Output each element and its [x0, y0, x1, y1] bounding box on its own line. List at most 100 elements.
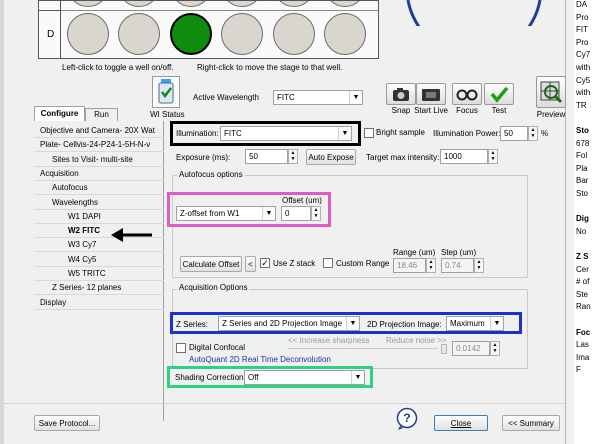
bright-sample-label: Bright sample — [376, 128, 425, 137]
right-panel-line: Pro — [576, 37, 589, 47]
glasses-icon — [456, 89, 478, 101]
shading-correction-select[interactable]: Off ▼ — [244, 370, 365, 385]
chevron-down-icon: ▼ — [262, 207, 275, 220]
test-button[interactable] — [484, 83, 514, 105]
projection-image-select[interactable]: Maximum ▼ — [446, 316, 504, 331]
use-z-stack-checkbox[interactable]: ✓ — [260, 258, 270, 268]
focus-label: Focus — [456, 106, 478, 115]
right-panel-line: Bar — [576, 176, 589, 186]
exposure-input[interactable]: 50 — [245, 149, 288, 164]
digital-confocal-label: Digital Confocal — [189, 343, 246, 352]
summary-button[interactable]: << Summary — [502, 415, 560, 431]
start-live-label: Start Live — [414, 106, 448, 115]
nav-display[interactable]: Display — [34, 296, 164, 310]
snap-button[interactable] — [386, 83, 416, 105]
illumination-label: Illumination: — [176, 129, 219, 138]
right-panel-line: Ste — [576, 289, 589, 299]
right-panel-line: FIT — [576, 25, 588, 35]
illumination-power-label: Illumination Power: — [433, 129, 501, 138]
well-selected[interactable] — [170, 13, 212, 55]
nav-w5-tritc[interactable]: W5 TRITC — [34, 267, 164, 281]
active-wavelength-select[interactable]: FITC ▼ — [273, 90, 363, 105]
nav-w4-cy5[interactable]: W4 Cy5 — [34, 253, 164, 267]
range-input[interactable]: 18.46 — [393, 258, 426, 273]
live-camera-icon — [422, 89, 440, 101]
custom-range-label: Custom Range — [336, 259, 390, 268]
illumination-power-stepper[interactable]: ▲ ▼ — [528, 126, 538, 141]
z-offset-mode-select[interactable]: Z-offset from W1 ▼ — [176, 206, 276, 221]
nav-z-series[interactable]: Z Series- 12 planes — [34, 281, 164, 296]
right-panel-line: No — [576, 226, 587, 236]
bright-sample-checkbox[interactable] — [364, 128, 374, 138]
illumination-select[interactable]: FITC ▼ — [220, 126, 352, 141]
step-stepper[interactable]: ▲ ▼ — [474, 258, 484, 273]
nav-wavelengths[interactable]: Wavelengths — [34, 196, 164, 210]
z-series-select[interactable]: Z Series and 2D Projection Image ▼ — [218, 316, 360, 331]
close-button[interactable]: Close — [434, 415, 488, 431]
custom-range-checkbox[interactable] — [323, 258, 333, 268]
sharpness-slider[interactable] — [288, 348, 438, 349]
use-z-stack-label: Use Z stack — [273, 259, 316, 268]
offset-less-button[interactable]: < — [245, 256, 256, 272]
offset-stepper[interactable]: ▲ ▼ — [311, 206, 321, 221]
increase-sharpness-label: << Increase sharpness — [288, 336, 370, 345]
auto-expose-button[interactable]: Auto Expose — [306, 149, 356, 165]
right-panel-line: 678 — [576, 138, 590, 148]
right-panel-line: Z S — [576, 252, 589, 261]
right-panel-line: Fol — [576, 151, 588, 161]
left-edge — [0, 0, 4, 444]
camera-icon — [393, 88, 409, 101]
well[interactable] — [118, 13, 160, 55]
autoquant-label: AutoQuant 2D Real Time Deconvolution — [189, 355, 331, 364]
nav-plate[interactable]: Plate- Cellvis-24-P24-1-5H-N-v — [34, 138, 164, 153]
sharpness-stepper[interactable]: ▲ ▼ — [490, 341, 500, 356]
right-panel-line: with — [576, 63, 591, 72]
illumination-power-input[interactable]: 50 — [500, 126, 528, 141]
calculate-offset-button[interactable]: Calculate Offset — [180, 256, 242, 272]
nav-sites-to-visit[interactable]: Sites to Visit- multi-site — [34, 153, 164, 167]
right-panel-line: Cer — [576, 264, 589, 274]
tab-configure[interactable]: Configure — [34, 106, 85, 121]
nav-w1-dapi[interactable]: W1 DAPI — [34, 210, 164, 224]
right-panel-line: Cy5 — [576, 75, 591, 85]
help-button[interactable]: ? — [396, 407, 418, 432]
well[interactable] — [67, 13, 109, 55]
target-max-intensity-input[interactable]: 1000 — [440, 149, 488, 164]
right-panel-line: Dig — [576, 214, 589, 224]
right-info-panel: DA Pro FIT Pro Cy7 with Cy5 with TR Sto 678 Fol Pla B… — [574, 0, 592, 444]
range-stepper[interactable]: ▲ ▼ — [426, 258, 436, 273]
right-border — [565, 0, 566, 444]
right-panel-line: with — [576, 88, 591, 98]
focus-button[interactable] — [452, 83, 482, 105]
nav-autofocus[interactable]: Autofocus — [34, 181, 164, 196]
acquisition-options-label: Acquisition Options — [177, 283, 250, 292]
offset-input[interactable]: 0 — [281, 206, 311, 221]
preview-button[interactable] — [536, 76, 566, 108]
hint-right: Right-click to move the stage to that we… — [197, 63, 343, 72]
well[interactable] — [273, 13, 315, 55]
right-panel-line: Sto — [576, 189, 589, 198]
sharpness-slider-handle[interactable] — [441, 344, 447, 354]
right-panel-line: Foc — [576, 327, 591, 337]
nav-objective-camera[interactable]: Objective and Camera- 20X Wat — [34, 124, 164, 138]
step-input[interactable]: 0.74 — [441, 258, 474, 273]
autofocus-options-label: Autofocus options — [177, 170, 245, 179]
sharpness-input[interactable]: 0.0142 — [452, 341, 490, 356]
shading-correction-label: Shading Correction — [175, 373, 244, 382]
tab-run[interactable]: Run — [85, 108, 118, 121]
preview-magnifier-icon — [540, 81, 563, 104]
plate-grid: D — [38, 0, 379, 59]
well[interactable] — [324, 13, 366, 55]
chevron-down-icon: ▼ — [349, 91, 362, 104]
well[interactable] — [221, 13, 263, 55]
active-wavelength-label: Active Wavelength — [193, 93, 259, 102]
target-max-intensity-stepper[interactable]: ▲ ▼ — [488, 149, 498, 164]
stage-position-circle — [406, 0, 542, 26]
nav-acquisition[interactable]: Acquisition — [34, 167, 164, 181]
save-protocol-button[interactable]: Save Protocol... — [34, 415, 100, 431]
exposure-stepper[interactable]: ▲ ▼ — [288, 149, 298, 164]
wi-status-button[interactable] — [152, 76, 180, 108]
digital-confocal-checkbox[interactable] — [176, 343, 186, 353]
start-live-button[interactable] — [416, 83, 446, 105]
wi-status-label: WI Status — [150, 110, 185, 119]
